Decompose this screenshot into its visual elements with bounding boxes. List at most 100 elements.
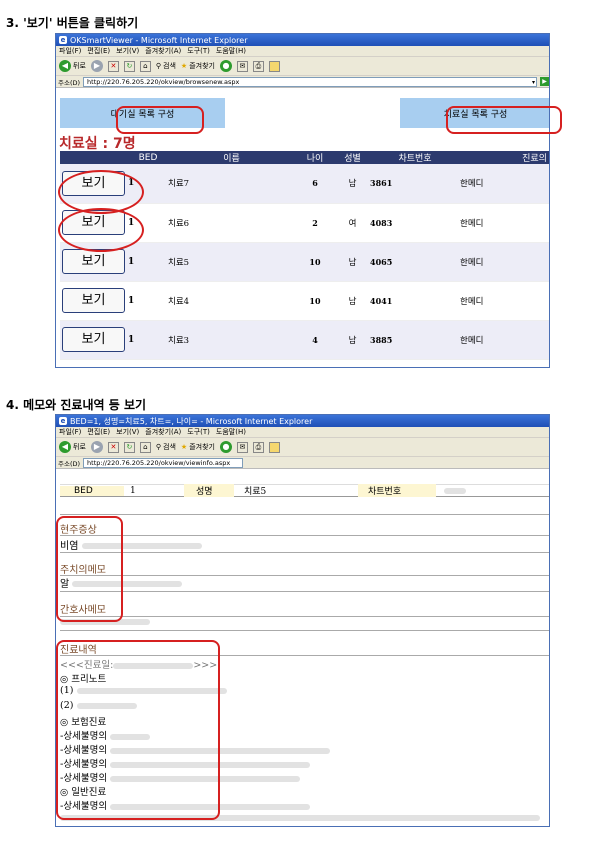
cell-chart: 3861 xyxy=(370,164,460,204)
highlight-memo-sections xyxy=(56,516,123,622)
menu-file[interactable]: 파일(F) xyxy=(59,427,81,437)
bed-value: 1 xyxy=(130,485,136,496)
view-button[interactable]: 보기 xyxy=(62,288,125,313)
forward-button[interactable]: ▶ xyxy=(90,441,103,453)
window-title: BED=1, 성명=치료5, 차트=, 나이= - Microsoft Inte… xyxy=(70,416,313,426)
menu-tools[interactable]: 도구(T) xyxy=(187,427,210,437)
menu-view[interactable]: 보기(V) xyxy=(116,427,139,437)
media-icon[interactable]: ● xyxy=(219,60,232,72)
col-view xyxy=(60,151,128,164)
menu-edit[interactable]: 편집(E) xyxy=(87,46,110,56)
room-count-label: 치료실 : 7명 xyxy=(59,136,136,152)
table-row[interactable]: 보기 1 치료5 10 남 4065 한메디 xyxy=(60,242,549,282)
menu-edit[interactable]: 편집(E) xyxy=(87,427,110,437)
search-icon: ⚲ xyxy=(155,62,162,70)
address-bar: 주소(D) http://220.76.205.220/okview/viewi… xyxy=(56,457,549,469)
menu-help[interactable]: 도움말(H) xyxy=(216,427,246,437)
cell-sex: 남 xyxy=(335,320,370,360)
name-label: 성명 xyxy=(184,484,234,497)
home-icon[interactable]: ⌂ xyxy=(139,441,151,453)
menu-favorites[interactable]: 즐겨찾기(A) xyxy=(145,427,181,437)
star-icon: ★ xyxy=(180,443,188,451)
cell-doctor: 한메디 xyxy=(460,242,549,282)
cell-sex: 남 xyxy=(335,242,370,282)
back-arrow-icon: ◀ xyxy=(59,441,71,453)
address-label: 주소(D) xyxy=(58,459,81,468)
stop-icon[interactable]: ✕ xyxy=(107,441,119,453)
cell-name: 치료4 xyxy=(168,281,295,321)
cell-age: 10 xyxy=(295,281,335,321)
section-heading-4: 4. 메모와 진료내역 등 보기 xyxy=(6,398,147,412)
ie-icon: e xyxy=(59,36,67,44)
cell-doctor: 한메디 xyxy=(460,203,549,243)
search-button[interactable]: ⚲ 검색 xyxy=(156,61,176,71)
cell-chart: 4083 xyxy=(370,203,460,243)
table-row[interactable]: 보기 1 치료4 10 남 4041 한메디 xyxy=(60,281,549,321)
toolbar: ◀ 뒤로 ▶ ✕ ↻ ⌂ ⚲ 검색 ★ 즐겨찾기 ● ✉ ⎙ xyxy=(56,438,549,457)
cell-sex: 남 xyxy=(335,281,370,321)
refresh-icon[interactable]: ↻ xyxy=(123,441,135,453)
col-bed: BED xyxy=(128,151,168,164)
cell-age: 10 xyxy=(295,242,335,282)
go-button[interactable]: ▶ xyxy=(540,77,549,86)
ie-icon: e xyxy=(59,417,67,425)
back-arrow-icon: ◀ xyxy=(59,60,71,72)
highlight-waiting-tab xyxy=(116,106,204,134)
title-bar: e BED=1, 성명=치료5, 차트=, 나이= - Microsoft In… xyxy=(56,415,549,427)
cell-bed: 1 xyxy=(128,281,168,321)
menu-view[interactable]: 보기(V) xyxy=(116,46,139,56)
table-row[interactable]: 보기 1 치료3 4 남 3885 한메디 xyxy=(60,320,549,360)
folder-icon[interactable] xyxy=(268,441,280,453)
cell-doctor: 한메디 xyxy=(460,164,549,204)
search-button[interactable]: ⚲ 검색 xyxy=(156,442,176,452)
highlight-treatment-tab xyxy=(446,106,562,134)
stop-icon[interactable]: ✕ xyxy=(107,60,119,72)
print-icon[interactable]: ⎙ xyxy=(252,60,264,72)
view-button[interactable]: 보기 xyxy=(62,249,125,274)
cell-doctor: 한메디 xyxy=(460,281,549,321)
folder-icon[interactable] xyxy=(268,60,280,72)
menu-favorites[interactable]: 즐겨찾기(A) xyxy=(145,46,181,56)
menu-help[interactable]: 도움말(H) xyxy=(216,46,246,56)
address-input[interactable]: http://220.76.205.220/okview/viewinfo.as… xyxy=(83,457,244,468)
forward-button[interactable]: ▶ xyxy=(90,60,103,72)
menu-tools[interactable]: 도구(T) xyxy=(187,46,210,56)
cell-chart: 4041 xyxy=(370,281,460,321)
name-value: 치료5 xyxy=(244,487,267,497)
toolbar: ◀ 뒤로 ▶ ✕ ↻ ⌂ ⚲ 검색 ★ 즐겨찾기 ● ✉ ⎙ xyxy=(56,57,549,76)
mail-icon[interactable]: ✉ xyxy=(236,441,248,453)
favorites-button[interactable]: ★ 즐겨찾기 xyxy=(181,442,215,452)
cell-name: 치료7 xyxy=(168,164,295,204)
menu-file[interactable]: 파일(F) xyxy=(59,46,81,56)
print-icon[interactable]: ⎙ xyxy=(252,441,264,453)
media-icon[interactable]: ● xyxy=(219,441,232,453)
patient-info-bar: BED 1 성명 치료5 차트번호 xyxy=(60,484,549,497)
cell-bed: 1 xyxy=(128,242,168,282)
section-heading-3: 3. '보기' 버튼을 클릭하기 xyxy=(6,16,139,30)
refresh-icon[interactable]: ↻ xyxy=(123,60,135,72)
address-input[interactable]: http://220.76.205.220/okview/browsenew.a… xyxy=(83,76,537,87)
chart-label: 차트번호 xyxy=(358,484,436,497)
col-doctor: 진료의 xyxy=(460,151,549,164)
cell-doctor: 한메디 xyxy=(460,320,549,360)
col-chart: 차트번호 xyxy=(370,151,460,164)
bed-label: BED xyxy=(60,485,124,496)
view-button[interactable]: 보기 xyxy=(62,327,125,352)
mail-icon[interactable]: ✉ xyxy=(236,60,248,72)
favorites-button[interactable]: ★ 즐겨찾기 xyxy=(181,61,215,71)
address-bar: 주소(D) http://220.76.205.220/okview/brows… xyxy=(56,76,549,88)
title-bar: e OKSmartViewer - Microsoft Internet Exp… xyxy=(56,34,549,46)
cell-sex: 남 xyxy=(335,164,370,204)
table-header: BED 이름 나이 성별 차트번호 진료의 xyxy=(60,151,549,164)
window-title: OKSmartViewer - Microsoft Internet Explo… xyxy=(70,35,248,45)
address-label: 주소(D) xyxy=(58,78,81,87)
home-icon[interactable]: ⌂ xyxy=(139,60,151,72)
cell-age: 6 xyxy=(295,164,335,204)
cell-chart: 3885 xyxy=(370,320,460,360)
highlight-history-section xyxy=(56,640,220,820)
menu-bar: 파일(F) 편집(E) 보기(V) 즐겨찾기(A) 도구(T) 도움말(H) xyxy=(56,46,549,57)
back-button[interactable]: ◀ 뒤로 xyxy=(59,60,86,72)
star-icon: ★ xyxy=(180,62,188,70)
back-button[interactable]: ◀ 뒤로 xyxy=(59,441,86,453)
chevron-down-icon[interactable]: ▾ xyxy=(532,78,535,87)
